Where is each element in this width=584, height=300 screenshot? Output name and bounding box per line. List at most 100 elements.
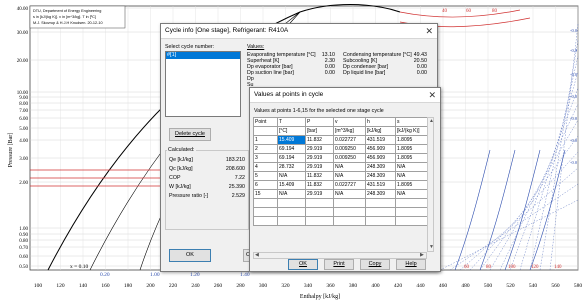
table-cell[interactable]: N/A bbox=[277, 189, 306, 199]
table-cell[interactable]: 1.8095 bbox=[395, 144, 428, 154]
scroll-up-icon[interactable]: ▲ bbox=[429, 118, 434, 124]
table-cell[interactable]: 11.832 bbox=[305, 135, 334, 145]
isotherm-label: 140 bbox=[554, 265, 562, 270]
table-cell[interactable]: 1.8095 bbox=[395, 180, 428, 190]
table-cell[interactable]: 456.909 bbox=[365, 144, 396, 154]
scroll-down-icon[interactable]: ▼ bbox=[429, 244, 434, 250]
table-cell[interactable]: 15 bbox=[253, 189, 278, 199]
table-row[interactable]: 6 15.409 11.832 0.022727 431.519 1.8095 bbox=[253, 180, 428, 190]
isotherm-label: 80 bbox=[486, 265, 492, 270]
table-cell[interactable]: N/A bbox=[395, 162, 428, 172]
table-cell[interactable]: 2 bbox=[253, 144, 278, 154]
table-cell[interactable]: 11.832 bbox=[305, 180, 334, 190]
table-cell[interactable]: 29.919 bbox=[305, 189, 334, 199]
table-cell[interactable]: 431.519 bbox=[365, 180, 396, 190]
table-row[interactable]: 15 N/A 29.919 N/A 248.309 N/A bbox=[253, 189, 428, 199]
table-cell[interactable]: 1.8095 bbox=[395, 153, 428, 163]
close-icon[interactable]: ✕ bbox=[425, 24, 433, 38]
table-cell[interactable]: 248.309 bbox=[365, 162, 396, 172]
delete-cycle-label: Delete cycle bbox=[175, 131, 205, 137]
y-tick-label: 9.00 bbox=[19, 96, 28, 101]
horizontal-scrollbar[interactable] bbox=[253, 252, 427, 259]
ok-button[interactable]: OK bbox=[288, 259, 318, 270]
value-label: Dp liquid line [bar] bbox=[343, 70, 386, 76]
cycle-info-title: Cycle info [One stage], Refrigerant: R41… bbox=[165, 27, 289, 34]
table-cell[interactable]: 0.022727 bbox=[333, 180, 366, 190]
unit-cell: [°C] bbox=[277, 126, 306, 136]
table-cell[interactable]: 0.009250 bbox=[333, 144, 366, 154]
x-tick-labels: 100 120 140 160 180 200 220 240 260 280 300 320 340 3… bbox=[34, 283, 583, 289]
delete-cycle-button[interactable]: Delete cycle bbox=[169, 128, 211, 141]
table-cell[interactable]: 29.919 bbox=[305, 144, 334, 154]
y-tick-label: 3.00 bbox=[19, 157, 28, 162]
table-cell[interactable]: N/A bbox=[395, 171, 428, 181]
isotherm-label: 80 bbox=[492, 9, 498, 14]
print-button[interactable]: Print bbox=[324, 259, 354, 270]
table-cell[interactable]: 69.194 bbox=[277, 144, 306, 154]
table-cell[interactable]: 11.832 bbox=[305, 171, 334, 181]
table-cell[interactable]: N/A bbox=[395, 189, 428, 199]
x-tick-label: 100 bbox=[34, 283, 43, 289]
vertical-scrollbar[interactable] bbox=[427, 117, 434, 252]
x-tick-label: 580 bbox=[574, 283, 583, 289]
table-cell[interactable]: 1.8095 bbox=[395, 135, 428, 145]
table-row[interactable]: 4 28.732 29.919 N/A 248.309 N/A bbox=[253, 162, 428, 172]
table-cell[interactable]: 0.022727 bbox=[333, 135, 366, 145]
table-cell[interactable]: 4 bbox=[253, 162, 278, 172]
copy-button[interactable]: Copy bbox=[360, 259, 390, 270]
value-number: 0.00 bbox=[416, 70, 427, 76]
close-icon[interactable]: ✕ bbox=[428, 88, 436, 102]
ok-button[interactable]: OK bbox=[169, 249, 211, 262]
unit-cell bbox=[253, 126, 278, 136]
y-tick-label: 0.90 bbox=[19, 233, 28, 238]
volume-label: -0.0 bbox=[570, 160, 578, 165]
table-cell[interactable]: 3 bbox=[253, 153, 278, 163]
y-tick-label: 1.00 bbox=[19, 227, 28, 232]
table-row[interactable]: 5 N/A 11.832 N/A 248.309 N/A bbox=[253, 171, 428, 181]
table-cell[interactable]: 28.732 bbox=[277, 162, 306, 172]
y-tick-label: 6.00 bbox=[19, 117, 28, 122]
scroll-left-icon[interactable]: ◀ bbox=[255, 252, 259, 258]
y-tick-label: 4.00 bbox=[19, 139, 28, 144]
calculated-label: W [kJ/kg] bbox=[169, 184, 191, 190]
y-tick-labels: 40.0030.0020.0010.009.008.007.006.005.00… bbox=[17, 7, 29, 270]
table-row[interactable]: 1 15.409 11.832 0.022727 431.519 1.8095 bbox=[253, 135, 428, 145]
table-cell[interactable]: 69.194 bbox=[277, 153, 306, 163]
help-button[interactable]: Help bbox=[396, 259, 426, 270]
volume-label: -0.0 bbox=[570, 48, 578, 53]
table-cell[interactable]: 15.409 bbox=[277, 135, 306, 145]
cycle-list-item[interactable]: #[1] bbox=[166, 52, 240, 59]
table-units-row: [°C] [bar] [m^3/kg] [kJ/kg] [kJ/(kg K)] bbox=[253, 126, 428, 136]
table-cell[interactable]: N/A bbox=[333, 171, 366, 181]
x-tick-label: 160 bbox=[101, 283, 110, 289]
table-cell[interactable]: 29.919 bbox=[305, 162, 334, 172]
table-cell[interactable]: 248.309 bbox=[365, 189, 396, 199]
volume-label: -0.0 bbox=[570, 72, 578, 77]
table-cell[interactable]: 5 bbox=[253, 171, 278, 181]
table-cell[interactable]: 456.909 bbox=[365, 153, 396, 163]
table-cell[interactable]: 15.409 bbox=[277, 180, 306, 190]
table-cell[interactable]: 0.009250 bbox=[333, 153, 366, 163]
table-row[interactable]: 3 69.194 29.919 0.009250 456.909 1.8095 bbox=[253, 153, 428, 163]
table-cell[interactable]: N/A bbox=[333, 189, 366, 199]
y-tick-label: 0.70 bbox=[19, 246, 28, 251]
copy-label: Copy bbox=[368, 261, 382, 267]
calculated-label: Qe [kJ/kg] bbox=[169, 157, 193, 163]
points-dialog: Values at points in cycle ✕ Values at po… bbox=[249, 87, 441, 272]
table-row[interactable]: 2 69.194 29.919 0.009250 456.909 1.8095 bbox=[253, 144, 428, 154]
scroll-right-icon[interactable]: ▶ bbox=[420, 252, 424, 258]
table-cell[interactable]: 29.919 bbox=[305, 153, 334, 163]
table-cell[interactable]: 6 bbox=[253, 180, 278, 190]
table-cell[interactable]: N/A bbox=[277, 171, 306, 181]
unit-cell: [m^3/kg] bbox=[333, 126, 366, 136]
points-title-bar: Values at points in cycle ✕ bbox=[250, 88, 440, 103]
table-cell[interactable]: 431.519 bbox=[365, 135, 396, 145]
table-cell[interactable]: N/A bbox=[333, 162, 366, 172]
y-tick-label: 8.00 bbox=[19, 102, 28, 107]
cycle-list[interactable]: #[1] bbox=[165, 51, 241, 117]
table-cell[interactable]: 1 bbox=[253, 135, 278, 145]
table-cell[interactable]: 248.309 bbox=[365, 171, 396, 181]
y-tick-label: 40.00 bbox=[17, 7, 29, 12]
y-tick-label: 0.50 bbox=[19, 265, 28, 270]
x-tick-label: 560 bbox=[551, 283, 560, 289]
